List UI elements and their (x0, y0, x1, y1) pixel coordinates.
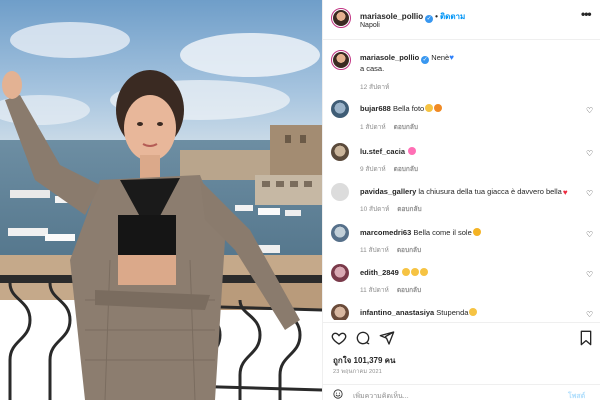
heart-eyes-emoji-icon (410, 268, 419, 276)
author-avatar[interactable] (331, 8, 351, 28)
post-comment-button[interactable]: โพสต์ (568, 391, 585, 400)
post-date: 23 พฤษภาคม 2021 (333, 369, 383, 375)
comment-text: edith_2849 (360, 268, 580, 278)
comment-text: bujar688 Bella foto (360, 104, 580, 114)
flower-emoji-icon (408, 147, 417, 155)
caption-avatar[interactable] (331, 50, 351, 70)
reply-button[interactable]: ตอบกลับ (397, 287, 421, 294)
heart-outline-icon[interactable]: ♡ (586, 230, 593, 239)
comment-meta: 9 สัปดาห์ ตอบกลับ (360, 166, 418, 173)
post-header: mariasole_pollio ✓ • ติดตาม Napoli ••• (323, 0, 600, 40)
comment-username[interactable]: infantino_anastasiya (360, 308, 434, 317)
comment-text: lu.stef_cacia (360, 147, 580, 157)
add-comment-bar: เพิ่มความคิดเห็น... โพสต์ (323, 384, 600, 400)
reply-button[interactable]: ตอบกลับ (394, 166, 418, 173)
comment-bubble-icon[interactable] (355, 330, 371, 346)
heart-eyes-emoji-icon (401, 268, 410, 276)
heart-outline-icon[interactable]: ♡ (586, 189, 593, 198)
like-count[interactable]: ถูกใจ 101,379 คน (333, 354, 395, 367)
post-photo[interactable] (0, 0, 322, 400)
comment-text: infantino_anastasiya Stupenda (360, 308, 580, 318)
comment-username[interactable]: pavidas_gallery (360, 187, 416, 196)
verified-badge-icon: ✓ (425, 15, 434, 23)
comment-meta: 11 สัปดาห์ ตอบกลับ (360, 287, 422, 294)
heart-outline-icon[interactable]: ♡ (586, 106, 593, 115)
commenter-avatar[interactable] (331, 264, 349, 282)
comment-meta: 10 สัปดาห์ ตอบกลับ (360, 206, 422, 213)
comment-text: pavidas_gallery la chiusura della tua gi… (360, 187, 568, 197)
comment-username[interactable]: marcomedri63 (360, 228, 411, 237)
sun-emoji-icon (472, 228, 481, 236)
clap-emoji-icon (425, 104, 434, 112)
commenter-avatar[interactable] (331, 100, 349, 118)
paper-plane-icon[interactable] (379, 330, 395, 346)
comments-list[interactable]: mariasole_pollio ✓ Nenè♥ a casa. 12 สัปดา… (323, 42, 600, 320)
comment-username[interactable]: edith_2849 (360, 268, 399, 277)
caption-age: 12 สัปดาห์ (360, 84, 390, 91)
comment-username[interactable]: lu.stef_cacia (360, 147, 405, 156)
commenter-avatar[interactable] (331, 224, 349, 242)
fire-emoji-icon (434, 104, 443, 112)
smiley-icon[interactable] (333, 389, 343, 399)
more-horizontal-icon[interactable]: ••• (581, 7, 592, 21)
caption-line2: a casa. (360, 64, 385, 73)
comment-meta: 11 สัปดาห์ ตอบกลับ (360, 247, 422, 254)
caption-text: mariasole_pollio ✓ Nenè♥ a casa. (360, 53, 580, 74)
post-actions: ถูกใจ 101,379 คน 23 พฤษภาคม 2021 (323, 322, 600, 382)
post-image (0, 0, 322, 400)
post-sidebar: mariasole_pollio ✓ • ติดตาม Napoli ••• mari… (322, 0, 600, 400)
follow-button[interactable]: ติดตาม (440, 12, 465, 21)
comment-username[interactable]: bujar688 (360, 104, 391, 113)
comment-text: marcomedri63 Bella come il sole (360, 228, 580, 238)
heart-eyes-emoji-icon (419, 268, 428, 276)
caption-body: Nenè (431, 53, 450, 62)
commenter-avatar[interactable] (331, 304, 349, 320)
heart-outline-icon[interactable]: ♡ (586, 270, 593, 279)
heart-eyes-emoji-icon (469, 308, 478, 316)
verified-badge-icon: ✓ (421, 56, 430, 64)
heart-outline-icon[interactable]: ♡ (586, 310, 593, 319)
blue-heart-emoji-icon: ♥ (449, 53, 454, 62)
comment-input[interactable]: เพิ่มความคิดเห็น... (353, 391, 409, 400)
commenter-avatar[interactable] (331, 183, 349, 201)
heart-outline-icon[interactable] (331, 330, 347, 346)
caption-username[interactable]: mariasole_pollio (360, 53, 419, 62)
red-heart-emoji-icon: ♥ (562, 188, 568, 197)
author-username[interactable]: mariasole_pollio (360, 12, 423, 21)
reply-button[interactable]: ตอบกลับ (397, 206, 421, 213)
comment-meta: 1 สัปดาห์ ตอบกลับ (360, 124, 418, 131)
reply-button[interactable]: ตอบกลับ (397, 247, 421, 254)
heart-outline-icon[interactable]: ♡ (586, 149, 593, 158)
bookmark-icon[interactable] (579, 330, 593, 346)
reply-button[interactable]: ตอบกลับ (394, 124, 418, 131)
post-location[interactable]: Napoli (360, 22, 380, 29)
commenter-avatar[interactable] (331, 143, 349, 161)
